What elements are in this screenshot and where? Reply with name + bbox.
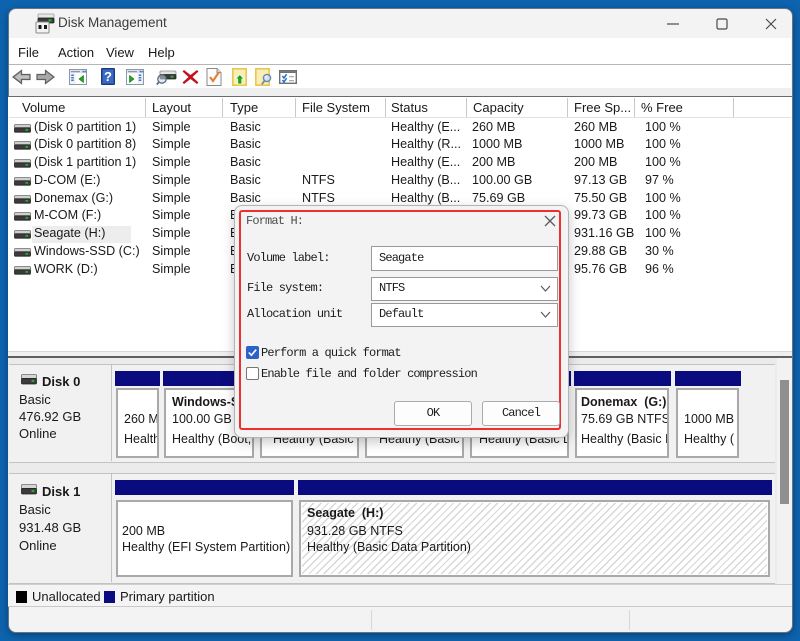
- svg-text:?: ?: [104, 69, 112, 84]
